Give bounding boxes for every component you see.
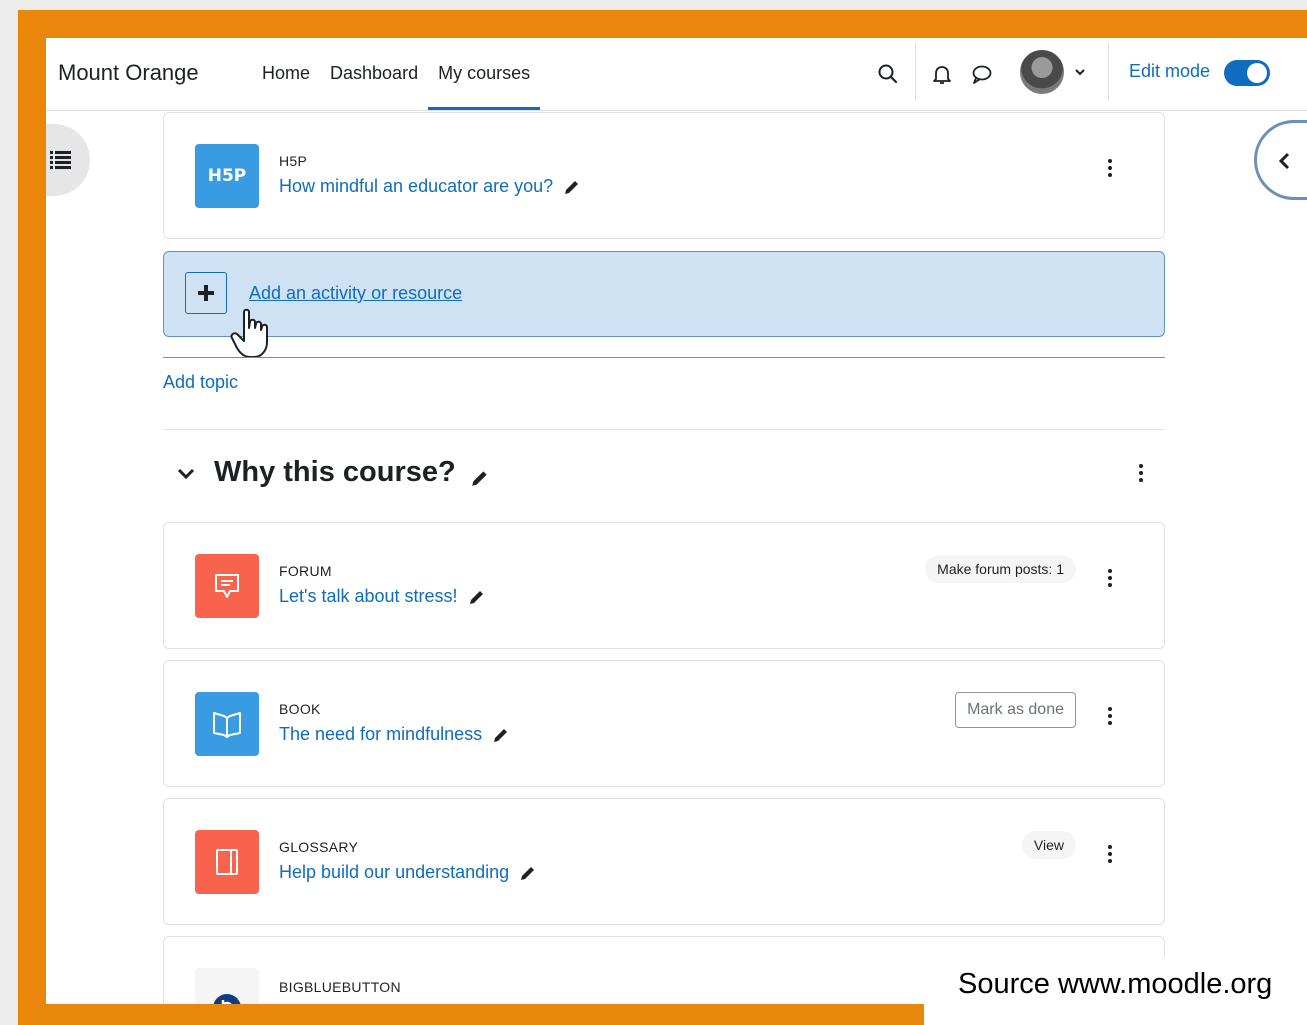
pencil-icon[interactable]: [470, 468, 490, 488]
add-activity-separator: [163, 357, 1165, 358]
section-title: Why this course?: [214, 456, 456, 488]
activity-type: H5P: [279, 153, 308, 169]
user-avatar[interactable]: [1020, 50, 1064, 94]
edit-mode-label: Edit mode: [1129, 61, 1211, 81]
book-icon: [195, 692, 259, 756]
navbar-divider: [915, 44, 916, 100]
site-brand[interactable]: Mount Orange: [58, 60, 199, 86]
activity-name[interactable]: The need for mindfulness: [279, 724, 482, 745]
forum-icon: [195, 554, 259, 618]
kebab-menu-icon[interactable]: [1107, 705, 1113, 727]
source-caption: Source www.moodle.org: [958, 968, 1273, 1000]
activity-type: BOOK: [279, 701, 321, 717]
completion-badge: View: [1021, 831, 1076, 859]
kebab-menu-icon[interactable]: [1107, 843, 1113, 865]
chevron-left-icon: [1278, 152, 1290, 170]
activity-card-forum: FORUM Let's talk about stress! Make foru…: [163, 522, 1165, 649]
activity-link[interactable]: How mindful an educator are you?: [279, 176, 581, 197]
nav-link-home[interactable]: Home: [252, 38, 320, 110]
activity-type: FORUM: [279, 563, 332, 579]
activity-name[interactable]: Help build our understanding: [279, 862, 509, 883]
bell-icon[interactable]: [930, 62, 954, 86]
block-drawer-toggle[interactable]: [1254, 120, 1307, 200]
nav-link-my-courses[interactable]: My courses: [428, 38, 541, 110]
completion-badge: Make forum posts: 1: [925, 555, 1076, 583]
pencil-icon[interactable]: [519, 864, 537, 882]
kebab-menu-icon[interactable]: [1138, 462, 1144, 484]
activity-card-h5p: H5P H5P How mindful an educator are you?: [163, 112, 1165, 239]
pencil-icon[interactable]: [468, 588, 486, 606]
plus-icon[interactable]: [185, 272, 227, 314]
primary-navigation: Home Dashboard My courses: [252, 38, 541, 110]
navbar-divider: [1108, 44, 1109, 100]
activity-name[interactable]: How mindful an educator are you?: [279, 176, 553, 197]
glossary-icon: [195, 830, 259, 894]
activity-link[interactable]: The need for mindfulness: [279, 724, 510, 745]
activity-type: BIGBLUEBUTTON: [279, 979, 401, 995]
nav-link-dashboard[interactable]: Dashboard: [320, 38, 428, 110]
chat-icon[interactable]: [970, 62, 994, 86]
kebab-menu-icon[interactable]: [1107, 567, 1113, 589]
moodle-screen: Mount Orange Home Dashboard My courses E…: [46, 38, 1307, 1004]
activity-card-glossary: GLOSSARY Help build our understanding Vi…: [163, 798, 1165, 925]
search-icon[interactable]: [876, 62, 900, 86]
hand-cursor-icon: [230, 308, 268, 358]
top-navbar: Mount Orange Home Dashboard My courses E…: [46, 38, 1307, 111]
activity-name[interactable]: Let's talk about stress!: [279, 586, 458, 607]
list-icon: [50, 151, 71, 169]
h5p-icon: H5P: [195, 144, 259, 208]
add-activity-link[interactable]: Add an activity or resource: [249, 283, 462, 304]
activity-card-book: BOOK The need for mindfulness Mark as do…: [163, 660, 1165, 787]
bigbluebutton-icon: [195, 968, 259, 1004]
edit-mode-toggle[interactable]: [1224, 60, 1270, 86]
kebab-menu-icon[interactable]: [1107, 157, 1113, 179]
add-topic-link[interactable]: Add topic: [163, 372, 238, 393]
activity-type: GLOSSARY: [279, 839, 359, 855]
pencil-icon[interactable]: [492, 726, 510, 744]
chevron-down-icon[interactable]: [1072, 64, 1088, 80]
mark-as-done-button[interactable]: Mark as done: [955, 692, 1076, 728]
pencil-icon[interactable]: [563, 178, 581, 196]
activity-link[interactable]: Let's talk about stress!: [279, 586, 486, 607]
section-separator: [163, 429, 1165, 430]
activity-link[interactable]: Help build our understanding: [279, 862, 537, 883]
add-activity-box[interactable]: Add an activity or resource: [163, 251, 1165, 337]
course-index-drawer-toggle[interactable]: [46, 124, 90, 196]
chevron-down-icon[interactable]: [176, 464, 196, 484]
